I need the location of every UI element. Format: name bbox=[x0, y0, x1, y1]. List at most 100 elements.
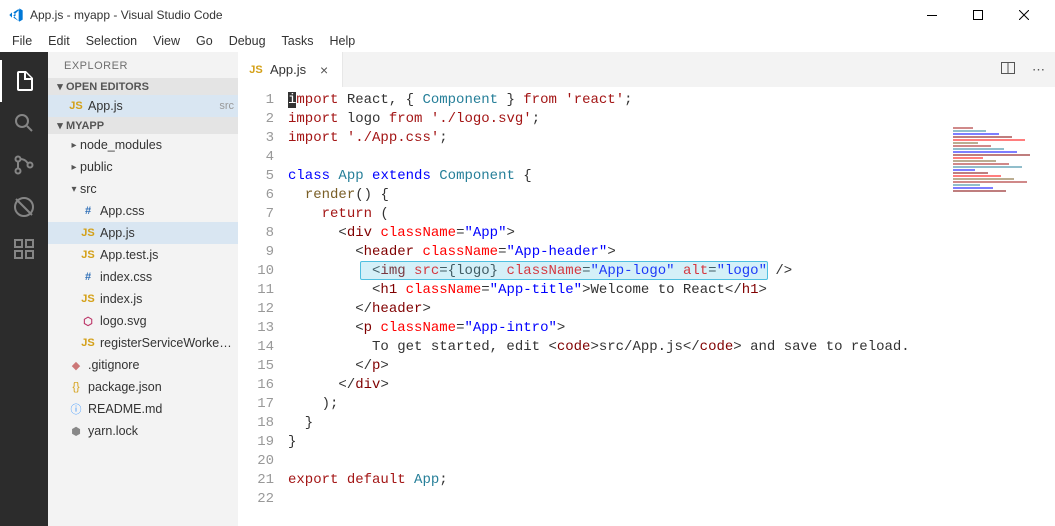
code-line[interactable]: <div className="App"> bbox=[288, 224, 1055, 243]
file-icon: # bbox=[80, 271, 96, 283]
code-line[interactable]: class App extends Component { bbox=[288, 167, 1055, 186]
code-line[interactable]: import './App.css'; bbox=[288, 129, 1055, 148]
file-icon: ⓘ bbox=[68, 401, 84, 417]
file-icon: # bbox=[80, 205, 96, 217]
line-numbers: 12345678910111213141516171819202122 bbox=[238, 87, 288, 526]
code-line[interactable]: <header className="App-header"> bbox=[288, 243, 1055, 262]
explorer-tab[interactable] bbox=[0, 60, 48, 102]
file-label: index.js bbox=[100, 292, 234, 306]
file-item[interactable]: {}package.json bbox=[48, 376, 238, 398]
chevron-down-icon: ▾ bbox=[54, 80, 66, 93]
file-item[interactable]: JS App.test.js bbox=[48, 244, 238, 266]
chevron-icon: ▾ bbox=[68, 184, 80, 195]
activity-bar bbox=[0, 52, 48, 526]
close-button[interactable] bbox=[1001, 0, 1047, 30]
open-editor-item[interactable]: JS App.js src bbox=[48, 95, 238, 117]
close-icon[interactable]: × bbox=[316, 62, 332, 78]
code-editor[interactable]: 12345678910111213141516171819202122 impo… bbox=[238, 87, 1055, 526]
window-controls bbox=[909, 0, 1047, 30]
vscode-icon bbox=[8, 7, 24, 23]
code-line[interactable]: import React, { Component } from 'react'… bbox=[288, 91, 1055, 110]
sidebar: EXPLORER ▾OPEN EDITORS JS App.js src ▾MYAP… bbox=[48, 52, 238, 526]
file-label: App.js bbox=[100, 226, 234, 240]
folder-item[interactable]: ▸node_modules bbox=[48, 134, 238, 156]
code-line[interactable]: To get started, edit <code>src/App.js</c… bbox=[288, 338, 1055, 357]
file-label: package.json bbox=[88, 380, 234, 394]
file-desc: src bbox=[219, 100, 234, 112]
file-label: logo.svg bbox=[100, 314, 234, 328]
file-item[interactable]: ⬢ yarn.lock bbox=[48, 420, 238, 442]
file-item[interactable]: JS registerServiceWorker.js bbox=[48, 332, 238, 354]
file-item[interactable]: JS App.js bbox=[48, 222, 238, 244]
file-label: App.css bbox=[100, 204, 234, 218]
titlebar[interactable]: App.js - myapp - Visual Studio Code bbox=[0, 0, 1055, 30]
code-line[interactable]: <img src={logo} className="App-logo" alt… bbox=[288, 262, 1055, 281]
code-line[interactable]: <p className="App-intro"> bbox=[288, 319, 1055, 338]
file-icon: JS bbox=[248, 64, 264, 76]
file-icon: JS bbox=[68, 100, 84, 112]
file-item[interactable]: ⬡ logo.svg bbox=[48, 310, 238, 332]
menu-view[interactable]: View bbox=[145, 32, 188, 50]
file-icon: ⬢ bbox=[68, 425, 84, 438]
file-icon: JS bbox=[80, 249, 96, 261]
folder-item[interactable]: ▾src bbox=[48, 178, 238, 200]
code-line[interactable] bbox=[288, 490, 1055, 509]
open-editors-header[interactable]: ▾OPEN EDITORS bbox=[48, 78, 238, 95]
menubar: FileEditSelectionViewGoDebugTasksHelp bbox=[0, 30, 1055, 52]
code-line[interactable]: render() { bbox=[288, 186, 1055, 205]
file-label: README.md bbox=[88, 402, 234, 416]
file-item[interactable]: # App.css bbox=[48, 200, 238, 222]
file-icon: ⬡ bbox=[80, 315, 96, 328]
code-line[interactable]: return ( bbox=[288, 205, 1055, 224]
maximize-button[interactable] bbox=[955, 0, 1001, 30]
file-item[interactable]: # index.css bbox=[48, 266, 238, 288]
file-icon: JS bbox=[80, 227, 96, 239]
file-label: App.js bbox=[88, 99, 215, 113]
file-item[interactable]: ⓘ README.md bbox=[48, 398, 238, 420]
chevron-icon: ▸ bbox=[68, 140, 80, 151]
scm-tab[interactable] bbox=[0, 144, 48, 186]
code-line[interactable]: } bbox=[288, 414, 1055, 433]
file-label: registerServiceWorker.js bbox=[100, 336, 234, 350]
split-editor-icon[interactable] bbox=[996, 56, 1020, 83]
code-line[interactable] bbox=[288, 148, 1055, 167]
file-label: index.css bbox=[100, 270, 234, 284]
menu-help[interactable]: Help bbox=[322, 32, 364, 50]
code-line[interactable]: } bbox=[288, 433, 1055, 452]
folder-label: src bbox=[80, 182, 234, 196]
minimize-button[interactable] bbox=[909, 0, 955, 30]
folder-label: public bbox=[80, 160, 234, 174]
tab-label: App.js bbox=[270, 62, 306, 77]
code-line[interactable]: <h1 className="App-title">Welcome to Rea… bbox=[288, 281, 1055, 300]
file-icon: ◆ bbox=[68, 359, 84, 372]
file-item[interactable]: ◆ .gitignore bbox=[48, 354, 238, 376]
more-actions-icon[interactable]: ⋯ bbox=[1028, 58, 1049, 82]
menu-tasks[interactable]: Tasks bbox=[274, 32, 322, 50]
menu-edit[interactable]: Edit bbox=[40, 32, 78, 50]
menu-selection[interactable]: Selection bbox=[78, 32, 145, 50]
file-item[interactable]: JSindex.js bbox=[48, 288, 238, 310]
project-header[interactable]: ▾MYAPP bbox=[48, 117, 238, 134]
code-line[interactable]: </div> bbox=[288, 376, 1055, 395]
code-line[interactable]: export default App; bbox=[288, 471, 1055, 490]
extensions-tab[interactable] bbox=[0, 228, 48, 270]
code-line[interactable]: ); bbox=[288, 395, 1055, 414]
menu-file[interactable]: File bbox=[4, 32, 40, 50]
file-icon: JS bbox=[80, 337, 96, 349]
search-tab[interactable] bbox=[0, 102, 48, 144]
code-line[interactable]: </p> bbox=[288, 357, 1055, 376]
menu-debug[interactable]: Debug bbox=[221, 32, 274, 50]
file-label: App.test.js bbox=[100, 248, 234, 262]
debug-tab[interactable] bbox=[0, 186, 48, 228]
sidebar-title: EXPLORER bbox=[48, 52, 238, 78]
code-line[interactable]: import logo from './logo.svg'; bbox=[288, 110, 1055, 129]
menu-go[interactable]: Go bbox=[188, 32, 221, 50]
editor-tab[interactable]: JS App.js × bbox=[238, 52, 343, 87]
file-label: .gitignore bbox=[88, 358, 234, 372]
code-line[interactable]: </header> bbox=[288, 300, 1055, 319]
editor-area: JS App.js × ⋯ 1234567891011121314151617181… bbox=[238, 52, 1055, 526]
folder-item[interactable]: ▸public bbox=[48, 156, 238, 178]
file-label: yarn.lock bbox=[88, 424, 234, 438]
code-line[interactable] bbox=[288, 452, 1055, 471]
code-content[interactable]: import React, { Component } from 'react'… bbox=[288, 87, 1055, 526]
